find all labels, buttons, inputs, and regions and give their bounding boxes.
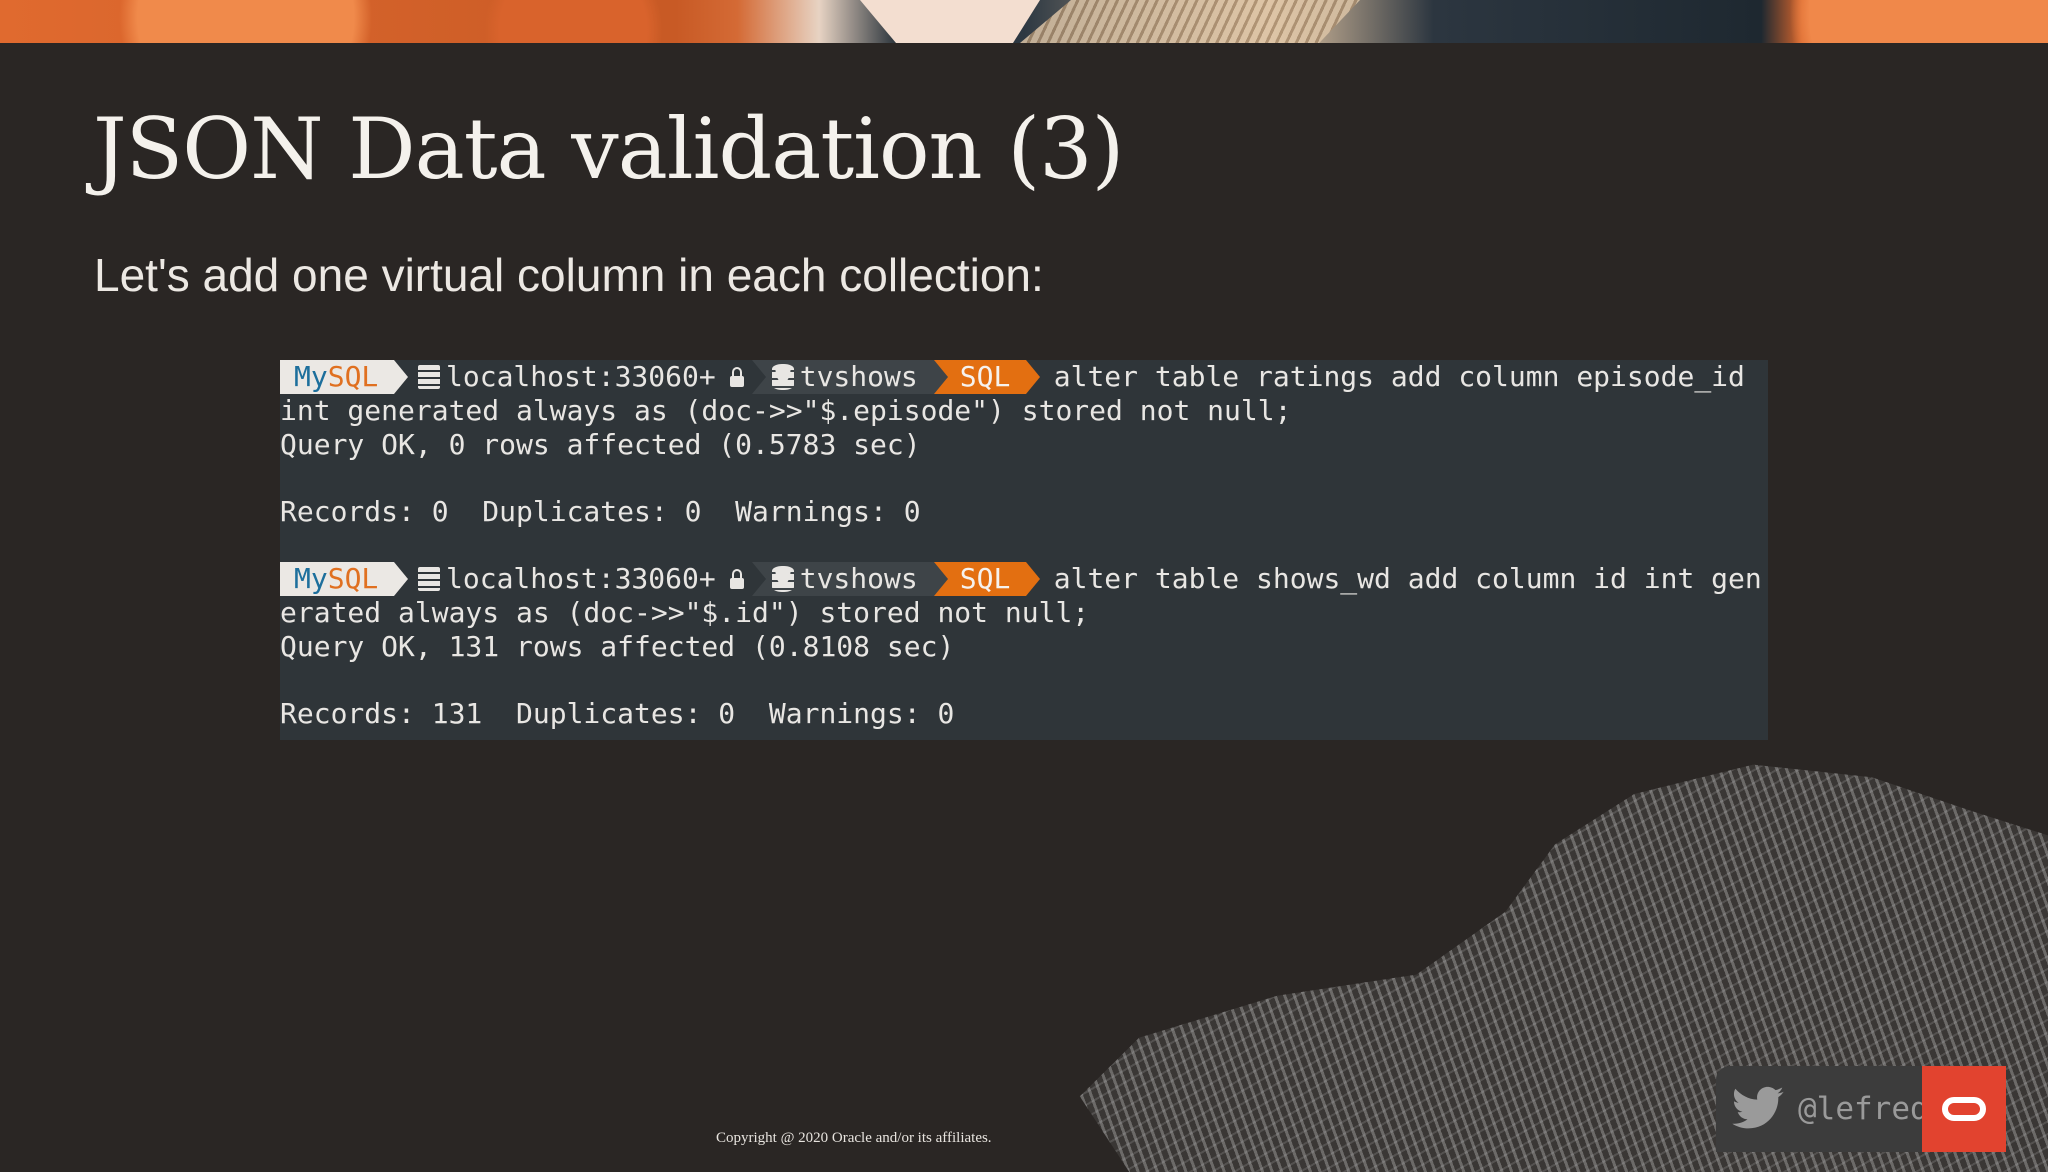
- banner-shape: [860, 0, 1040, 43]
- command-text: alter table ratings add column episode_i…: [1053, 360, 1745, 393]
- oracle-o-icon: [1942, 1097, 1986, 1121]
- server-icon: [418, 365, 440, 389]
- schema-segment: tvshows: [765, 562, 934, 596]
- twitter-badge: @lefred: [1716, 1066, 2006, 1152]
- prompt-separator: [751, 360, 766, 394]
- twitter-bird-icon: [1728, 1081, 1788, 1137]
- server-icon: [418, 567, 440, 591]
- command-text: alter table shows_wd add column id int g…: [1053, 562, 1762, 595]
- prompt-separator: [751, 562, 766, 596]
- oracle-logo: [1922, 1066, 2006, 1152]
- banner-stripe-pattern: [1020, 0, 1360, 43]
- mysql-prompt-segment: My SQL: [280, 562, 394, 596]
- prompt-separator: [933, 360, 948, 394]
- prompt-line-1: My SQL localhost:33060+ tvshows SQL alter…: [280, 360, 1745, 394]
- query-result: Query OK, 131 rows affected (0.8108 sec): [280, 630, 955, 663]
- terminal-window: My SQL localhost:33060+ tvshows SQL alter…: [280, 360, 1768, 740]
- twitter-handle: @lefred: [1798, 1091, 1929, 1127]
- schema-segment: tvshows: [765, 360, 934, 394]
- schema-label: tvshows: [799, 562, 918, 595]
- mode-segment: SQL: [947, 562, 1026, 596]
- prompt-separator: [394, 360, 408, 394]
- slide-subtitle: Let's add one virtual column in each col…: [94, 249, 1044, 301]
- records-summary: Records: 0 Duplicates: 0 Warnings: 0: [280, 495, 921, 528]
- prompt-separator: [1025, 562, 1040, 596]
- command-continuation: erated always as (doc->>"$.id") stored n…: [280, 596, 1090, 629]
- mysql-prompt-segment: My SQL: [280, 360, 394, 394]
- top-decorative-banner: [0, 0, 2048, 43]
- copyright-notice: Copyright @ 2020 Oracle and/or its affil…: [716, 1130, 992, 1146]
- prompt-separator: [394, 562, 408, 596]
- records-summary: Records: 131 Duplicates: 0 Warnings: 0: [280, 697, 955, 730]
- database-icon: [771, 566, 794, 592]
- prompt-line-2: My SQL localhost:33060+ tvshows SQL alter…: [280, 562, 1762, 596]
- lock-icon: [729, 367, 744, 387]
- database-icon: [771, 364, 794, 390]
- query-result: Query OK, 0 rows affected (0.5783 sec): [280, 428, 921, 461]
- host-label: localhost:33060+: [446, 562, 716, 595]
- host-segment: localhost:33060+: [408, 562, 752, 596]
- host-segment: localhost:33060+: [408, 360, 752, 394]
- host-label: localhost:33060+: [446, 360, 716, 393]
- prompt-separator: [1025, 360, 1040, 394]
- schema-label: tvshows: [799, 360, 918, 393]
- slide-title: JSON Data validation (3): [93, 100, 1124, 198]
- prompt-separator: [933, 562, 948, 596]
- mode-segment: SQL: [947, 360, 1026, 394]
- command-continuation: int generated always as (doc->>"$.episod…: [280, 394, 1292, 427]
- lock-icon: [729, 569, 744, 589]
